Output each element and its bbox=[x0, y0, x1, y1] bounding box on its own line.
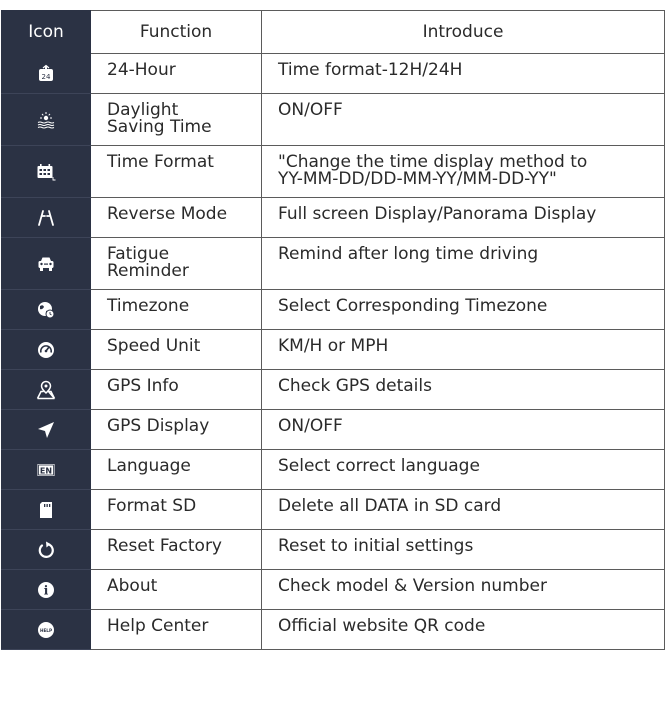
calendar-grid-icon bbox=[36, 162, 56, 182]
function-cell: Language bbox=[90, 449, 262, 490]
function-cell: Time Format bbox=[90, 145, 262, 198]
language-en-text: EN bbox=[40, 466, 52, 475]
table-row: Format SD Delete all DATA in SD card bbox=[1, 489, 665, 530]
intro-cell: Check model & Version number bbox=[261, 569, 665, 610]
info-icon: i bbox=[36, 580, 56, 600]
header-introduce: Introduce bbox=[261, 10, 665, 54]
function-cell: Timezone bbox=[90, 289, 262, 330]
icon-cell bbox=[1, 329, 91, 370]
calendar-24-icon: 24 bbox=[36, 64, 56, 84]
table-row: i About Check model & Version number bbox=[1, 569, 665, 610]
intro-cell: ON/OFF bbox=[261, 409, 665, 450]
reset-icon bbox=[36, 540, 56, 560]
function-text: Fatigue Reminder bbox=[107, 244, 189, 281]
table-row: GPS Info Check GPS details bbox=[1, 369, 665, 410]
icon-cell: HELP bbox=[1, 609, 91, 650]
table-row: Reverse Mode Full screen Display/Panoram… bbox=[1, 197, 665, 238]
help-icon: HELP bbox=[36, 620, 56, 640]
icon-cell bbox=[1, 197, 91, 238]
table-row: 24 24-Hour Time format-12H/24H bbox=[1, 53, 665, 94]
function-cell: 24-Hour bbox=[90, 53, 262, 94]
map-pin-icon bbox=[36, 380, 56, 400]
intro-cell: Official website QR code bbox=[261, 609, 665, 650]
function-cell: GPS Info bbox=[90, 369, 262, 410]
function-cell: Speed Unit bbox=[90, 329, 262, 370]
sunrise-waves-icon bbox=[36, 110, 56, 130]
intro-cell: Remind after long time driving bbox=[261, 237, 665, 290]
table-row: GPS Display ON/OFF bbox=[1, 409, 665, 450]
icon-cell bbox=[1, 409, 91, 450]
navigation-arrow-icon bbox=[36, 420, 56, 440]
language-en-icon: EN bbox=[36, 460, 56, 480]
icon-cell bbox=[1, 237, 91, 290]
reverse-lines-icon bbox=[36, 208, 56, 228]
function-cell: Reset Factory bbox=[90, 529, 262, 570]
table-row: Timezone Select Corresponding Timezone bbox=[1, 289, 665, 330]
icon-cell bbox=[1, 529, 91, 570]
function-cell: About bbox=[90, 569, 262, 610]
function-text: Daylight Saving Time bbox=[107, 100, 212, 137]
icon-cell bbox=[1, 369, 91, 410]
table-row: Time Format "Change the time display met… bbox=[1, 145, 665, 198]
car-icon bbox=[36, 254, 56, 274]
function-table: Icon Function Introduce 24 24-Hour Time … bbox=[1, 10, 665, 650]
header-icon: Icon bbox=[1, 10, 91, 54]
speedometer-icon bbox=[36, 340, 56, 360]
help-icon-text: HELP bbox=[40, 627, 52, 632]
table-row: HELP Help Center Official website QR cod… bbox=[1, 609, 665, 650]
function-cell: Daylight Saving Time bbox=[90, 93, 262, 146]
calendar-24-text: 24 bbox=[42, 73, 51, 81]
icon-cell: EN bbox=[1, 449, 91, 490]
function-cell: Fatigue Reminder bbox=[90, 237, 262, 290]
intro-cell: Full screen Display/Panorama Display bbox=[261, 197, 665, 238]
intro-cell: Check GPS details bbox=[261, 369, 665, 410]
table-row: Fatigue Reminder Remind after long time … bbox=[1, 237, 665, 290]
intro-cell: "Change the time display method to YY-MM… bbox=[261, 145, 665, 198]
intro-cell: Reset to initial settings bbox=[261, 529, 665, 570]
intro-text: "Change the time display method to YY-MM… bbox=[278, 152, 588, 189]
table-row: EN Language Select correct language bbox=[1, 449, 665, 490]
intro-cell: KM/H or MPH bbox=[261, 329, 665, 370]
globe-clock-icon bbox=[36, 300, 56, 320]
table-row: Reset Factory Reset to initial settings bbox=[1, 529, 665, 570]
table-row: Daylight Saving Time ON/OFF bbox=[1, 93, 665, 146]
icon-cell: 24 bbox=[1, 53, 91, 94]
function-cell: Help Center bbox=[90, 609, 262, 650]
function-cell: Format SD bbox=[90, 489, 262, 530]
intro-cell: Select Corresponding Timezone bbox=[261, 289, 665, 330]
intro-cell: Select correct language bbox=[261, 449, 665, 490]
info-icon-text: i bbox=[44, 583, 49, 597]
icon-cell: i bbox=[1, 569, 91, 610]
intro-cell: Delete all DATA in SD card bbox=[261, 489, 665, 530]
intro-cell: ON/OFF bbox=[261, 93, 665, 146]
table-row: Speed Unit KM/H or MPH bbox=[1, 329, 665, 370]
icon-cell bbox=[1, 289, 91, 330]
function-cell: GPS Display bbox=[90, 409, 262, 450]
header-function: Function bbox=[90, 10, 262, 54]
icon-cell bbox=[1, 489, 91, 530]
table-header-row: Icon Function Introduce bbox=[1, 10, 665, 54]
icon-cell bbox=[1, 145, 91, 198]
function-cell: Reverse Mode bbox=[90, 197, 262, 238]
sd-card-icon bbox=[36, 500, 56, 520]
page: Icon Function Introduce 24 24-Hour Time … bbox=[0, 0, 668, 719]
intro-cell: Time format-12H/24H bbox=[261, 53, 665, 94]
icon-cell bbox=[1, 93, 91, 146]
